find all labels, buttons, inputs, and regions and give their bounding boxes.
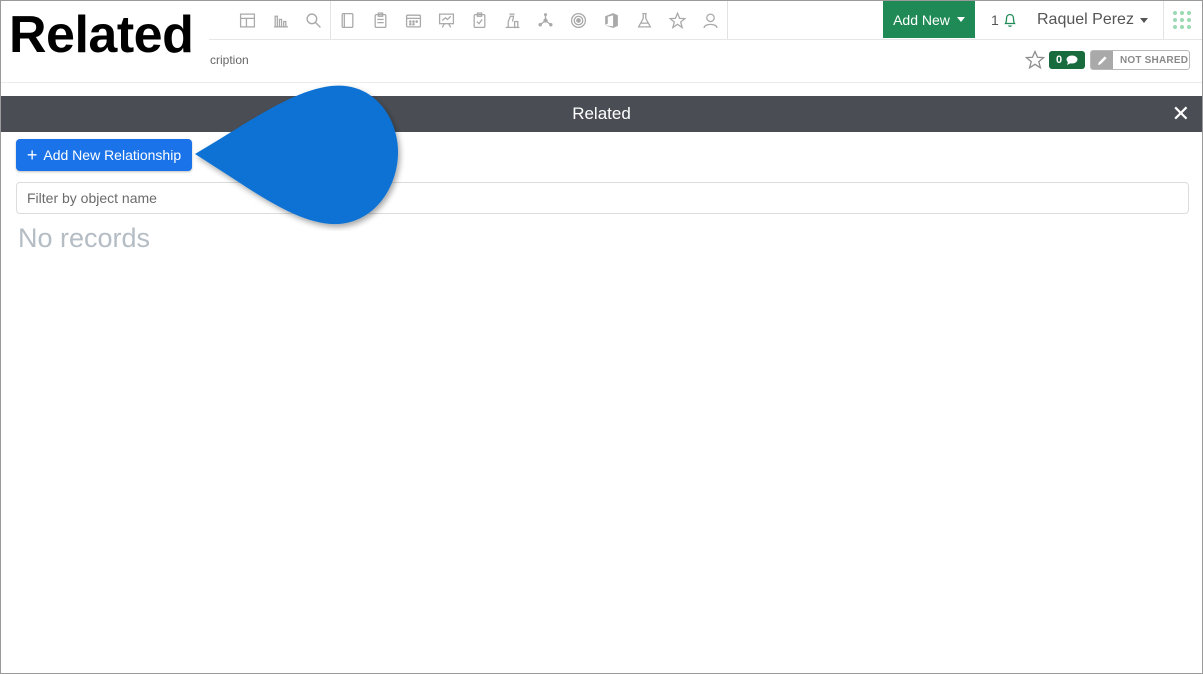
dashboard-icon[interactable] (231, 1, 264, 39)
callout-pointer-shape (195, 85, 399, 225)
chevron-down-icon (1139, 17, 1148, 23)
add-new-relationship-button[interactable]: + Add New Relationship (16, 139, 192, 171)
molecule-icon[interactable] (529, 1, 562, 39)
add-new-button[interactable]: Add New (883, 1, 975, 38)
related-panel-header: Related ✕ (1, 96, 1202, 132)
notification-count: 1 (991, 12, 999, 28)
favorite-star-icon[interactable] (1025, 50, 1045, 70)
comment-count: 0 (1055, 54, 1063, 66)
notebook-icon[interactable] (331, 1, 364, 39)
lab-bench-icon[interactable] (496, 1, 529, 39)
toolbar-divider (1163, 1, 1164, 39)
presentation-icon[interactable] (430, 1, 463, 39)
chevron-down-icon (956, 17, 965, 22)
target-icon[interactable] (562, 1, 595, 39)
close-icon[interactable]: ✕ (1172, 96, 1190, 132)
user-menu[interactable]: Raquel Perez (1037, 1, 1148, 39)
breadcrumb[interactable]: cription (210, 53, 249, 67)
bar-chart-icon[interactable] (264, 1, 297, 39)
app-grid-icon[interactable] (1173, 11, 1191, 29)
panel-title: Related (572, 104, 631, 123)
comments-badge[interactable]: 0 (1049, 51, 1085, 69)
share-status-badge[interactable]: NOT SHARED (1090, 50, 1190, 70)
user-icon[interactable] (694, 1, 727, 39)
clipboard-icon[interactable] (364, 1, 397, 39)
tutorial-callout-title: Related (1, 1, 209, 71)
add-new-label: Add New (893, 11, 950, 28)
star-icon[interactable] (661, 1, 694, 39)
callout-title-text: Related (9, 6, 194, 64)
notifications-button[interactable]: 1 (991, 1, 1018, 39)
search-icon[interactable] (297, 1, 330, 39)
checklist-icon[interactable] (463, 1, 496, 39)
bell-icon (1004, 13, 1016, 27)
pencil-icon (1091, 51, 1113, 69)
toolbar-divider (727, 1, 728, 39)
office-icon[interactable] (595, 1, 628, 39)
empty-state-text: No records (18, 223, 151, 253)
module-icon-strip (231, 1, 728, 39)
flask-icon[interactable] (628, 1, 661, 39)
share-status-text: NOT SHARED (1120, 54, 1189, 66)
add-new-relationship-label: Add New Relationship (43, 147, 182, 163)
user-name: Raquel Perez (1037, 11, 1134, 28)
plus-icon: + (26, 145, 38, 165)
speech-bubble-icon (1066, 55, 1078, 65)
calendar-icon[interactable] (397, 1, 430, 39)
